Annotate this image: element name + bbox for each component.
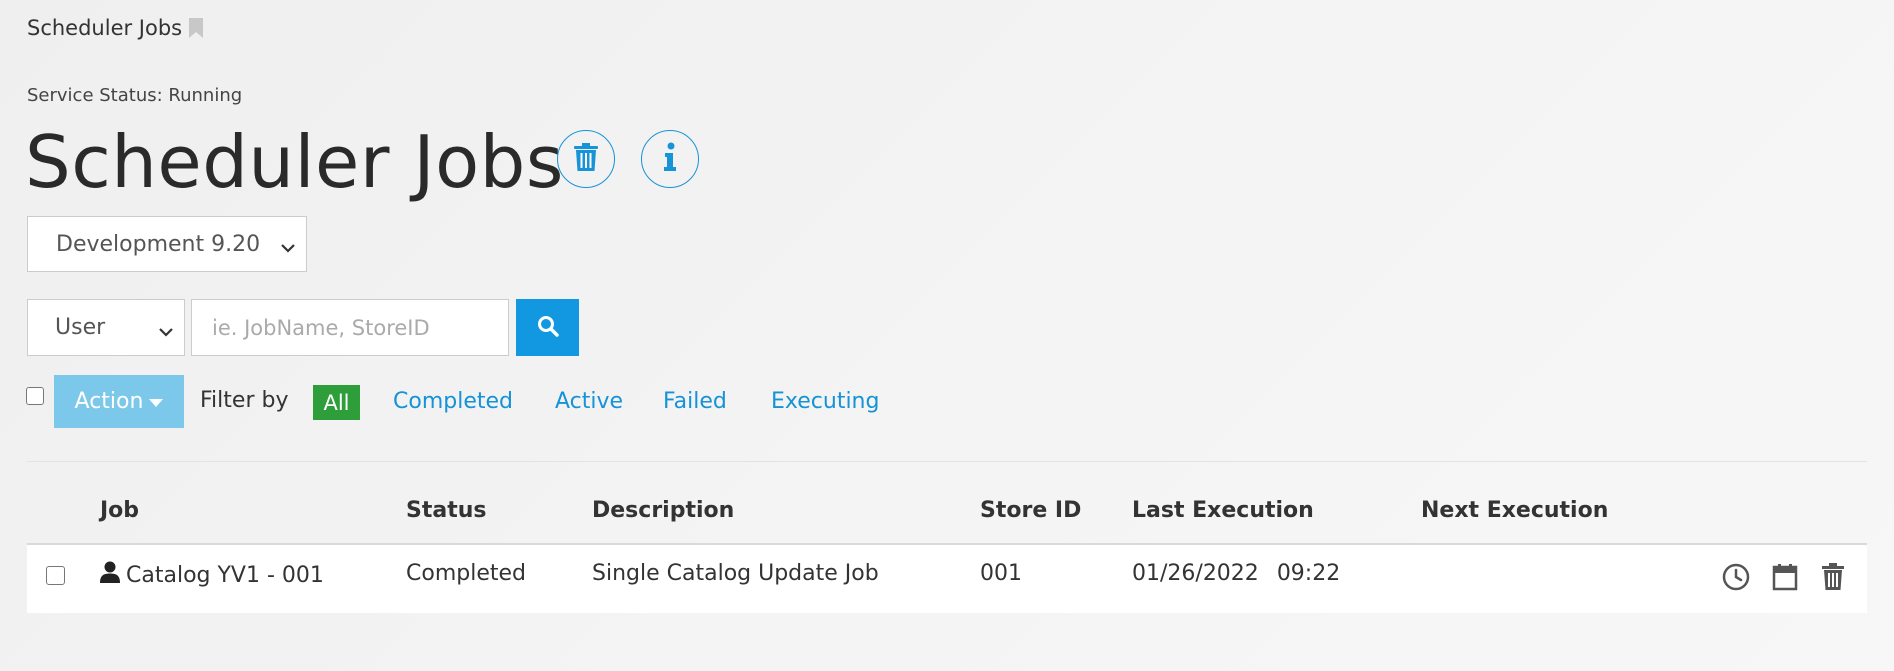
user-icon [100,561,120,589]
cell-status: Completed [406,561,526,586]
breadcrumb: Scheduler Jobs [27,16,204,40]
clock-icon [1722,563,1750,595]
chevron-down-icon [158,319,174,344]
history-button[interactable] [1720,563,1752,595]
filter-active[interactable]: Active [555,389,623,414]
cell-last-execution: 01/26/2022 09:22 [1132,561,1358,586]
calendar-icon [1772,563,1798,595]
action-dropdown-button[interactable]: Action [54,375,184,428]
last-execution-time: 09:22 [1276,561,1341,586]
filter-executing[interactable]: Executing [771,389,879,414]
chevron-down-icon [280,235,296,260]
column-header-description[interactable]: Description [592,498,734,523]
row-checkbox[interactable] [46,566,65,585]
column-header-last-execution[interactable]: Last Execution [1132,498,1314,523]
cell-job: Catalog YV1 - 001 [100,561,324,589]
bookmark-icon[interactable] [188,17,204,39]
column-header-store-id[interactable]: Store ID [980,498,1081,523]
action-button-label: Action [74,389,144,414]
divider [27,461,1867,462]
last-execution-date: 01/26/2022 [1132,561,1259,586]
info-button[interactable] [641,130,699,188]
search-button[interactable] [516,299,579,356]
filter-failed[interactable]: Failed [663,389,727,414]
job-type-select[interactable]: User [27,299,185,356]
environment-select[interactable]: Development 9.20 [27,216,307,272]
filter-completed[interactable]: Completed [393,389,513,414]
filter-all[interactable]: All [313,385,360,420]
delete-job-button[interactable] [1817,563,1849,595]
cell-description: Single Catalog Update Job [592,561,879,586]
search-input[interactable] [191,299,509,356]
job-type-select-value: User [55,315,106,340]
trash-icon [1821,563,1845,595]
search-icon [536,314,560,342]
column-header-status[interactable]: Status [406,498,486,523]
service-status: Service Status: Running [27,85,243,106]
environment-select-value: Development 9.20 [56,231,261,257]
cell-store-id: 001 [980,561,1022,586]
job-name[interactable]: Catalog YV1 - 001 [126,563,324,588]
column-header-next-execution[interactable]: Next Execution [1421,498,1608,523]
schedule-button[interactable] [1769,563,1801,595]
select-all-checkbox[interactable] [26,387,44,405]
delete-all-button[interactable] [557,130,615,188]
page-title: Scheduler Jobs [25,120,564,204]
filter-label: Filter by [200,388,289,413]
caret-down-icon [149,398,164,407]
trash-icon [573,142,599,176]
breadcrumb-title: Scheduler Jobs [27,16,183,40]
info-icon [663,142,677,176]
column-header-job[interactable]: Job [100,498,139,523]
